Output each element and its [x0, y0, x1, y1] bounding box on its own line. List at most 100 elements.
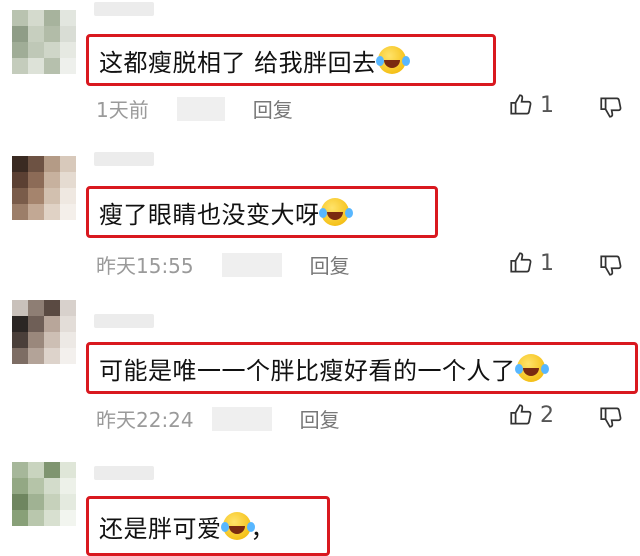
avatar-pixel [44, 172, 60, 188]
avatar-pixel [28, 42, 44, 58]
comment-meta: 昨天15:55 回复 [96, 250, 350, 279]
avatar-pixel [12, 10, 28, 26]
avatar-pixel [12, 188, 28, 204]
avatar-pixel [12, 348, 28, 364]
avatar-pixel [28, 300, 44, 316]
dislike-button[interactable] [598, 404, 624, 434]
avatar-pixel [28, 348, 44, 364]
rofl-emoji-icon [220, 512, 251, 540]
comment-text-highlight: 这都瘦脱相了 给我胖回去 [86, 34, 496, 86]
avatar[interactable] [12, 462, 76, 526]
like-button[interactable]: 1 [508, 250, 554, 276]
avatar-pixel [28, 10, 44, 26]
dislike-button[interactable] [598, 94, 624, 124]
avatar-pixel [60, 156, 76, 172]
thumbs-down-icon [600, 255, 622, 276]
avatar-pixel [44, 204, 60, 220]
avatar-pixel [44, 188, 60, 204]
avatar-pixel [44, 10, 60, 26]
avatar-pixel [44, 156, 60, 172]
avatar-pixel [60, 10, 76, 26]
avatar-pixel [60, 172, 76, 188]
reply-button[interactable]: 回复 [253, 94, 293, 123]
reply-button[interactable]: 回复 [310, 250, 350, 279]
comment-text: 这都瘦脱相了 给我胖回去 [99, 48, 377, 77]
avatar-pixel [28, 188, 44, 204]
comment-text-highlight: 可能是唯一一个胖比瘦好看的一个人了 [86, 342, 638, 394]
avatar[interactable] [12, 300, 76, 364]
avatar-pixel [44, 26, 60, 42]
avatar-pixel [60, 316, 76, 332]
avatar-pixel [44, 332, 60, 348]
comment-meta: 昨天22:24 回复 [96, 404, 340, 433]
comment-time: 昨天15:55 [96, 254, 194, 278]
avatar-pixel [12, 316, 28, 332]
avatar-pixel [12, 42, 28, 58]
avatar-pixel [28, 204, 44, 220]
avatar-pixel [12, 462, 28, 478]
blurred-region [221, 252, 282, 277]
avatar[interactable] [12, 156, 76, 220]
comment-text: 可能是唯一一个胖比瘦好看的一个人了 [99, 356, 516, 385]
avatar-pixel [12, 478, 28, 494]
avatar-pixel [44, 300, 60, 316]
like-count: 1 [540, 250, 554, 276]
avatar-pixel [12, 494, 28, 510]
avatar-pixel [28, 332, 44, 348]
reply-button[interactable]: 回复 [300, 404, 340, 433]
avatar-pixel [12, 300, 28, 316]
thumbs-down-icon [600, 407, 622, 428]
comment-time: 1天前 [96, 98, 149, 122]
avatar-pixel [28, 316, 44, 332]
avatar[interactable] [12, 10, 76, 74]
comment-text-highlight: 还是胖可爱 ， [86, 496, 330, 556]
username-blurred [94, 314, 154, 328]
avatar-pixel [12, 204, 28, 220]
comment-text: 瘦了眼睛也没变大呀 [99, 200, 320, 229]
blurred-region [211, 406, 272, 431]
comment-meta: 1天前 回复 [96, 94, 293, 123]
avatar-pixel [12, 172, 28, 188]
avatar-pixel [44, 462, 60, 478]
like-button[interactable]: 2 [508, 402, 554, 428]
avatar-pixel [44, 316, 60, 332]
avatar-pixel [60, 26, 76, 42]
avatar-pixel [12, 332, 28, 348]
avatar-pixel [12, 510, 28, 526]
avatar-pixel [44, 58, 60, 74]
like-count: 2 [540, 402, 554, 428]
avatar-pixel [60, 494, 76, 510]
like-button[interactable]: 1 [508, 92, 554, 118]
avatar-pixel [28, 26, 44, 42]
rofl-emoji-icon [318, 198, 349, 226]
rofl-emoji-icon [514, 354, 545, 382]
avatar-pixel [44, 478, 60, 494]
avatar-pixel [60, 42, 76, 58]
avatar-pixel [12, 58, 28, 74]
avatar-pixel [28, 58, 44, 74]
thumbs-down-icon [600, 97, 622, 118]
avatar-pixel [60, 332, 76, 348]
like-count: 1 [540, 92, 554, 118]
comment-text-highlight: 瘦了眼睛也没变大呀 [86, 186, 438, 238]
thumbs-up-icon [510, 404, 532, 425]
avatar-pixel [60, 300, 76, 316]
comment-time: 昨天22:24 [96, 408, 194, 432]
avatar-pixel [28, 510, 44, 526]
thumbs-up-icon [510, 94, 532, 115]
avatar-pixel [44, 348, 60, 364]
avatar-pixel [60, 58, 76, 74]
avatar-pixel [28, 462, 44, 478]
avatar-pixel [44, 42, 60, 58]
blurred-region [176, 96, 225, 121]
avatar-pixel [28, 478, 44, 494]
avatar-pixel [28, 494, 44, 510]
username-blurred [94, 152, 154, 166]
comment-text-suffix: ， [250, 514, 275, 543]
username-blurred [94, 2, 154, 16]
thumbs-up-icon [510, 252, 532, 273]
dislike-button[interactable] [598, 252, 624, 282]
rofl-emoji-icon [375, 46, 406, 74]
avatar-pixel [60, 204, 76, 220]
avatar-pixel [60, 510, 76, 526]
